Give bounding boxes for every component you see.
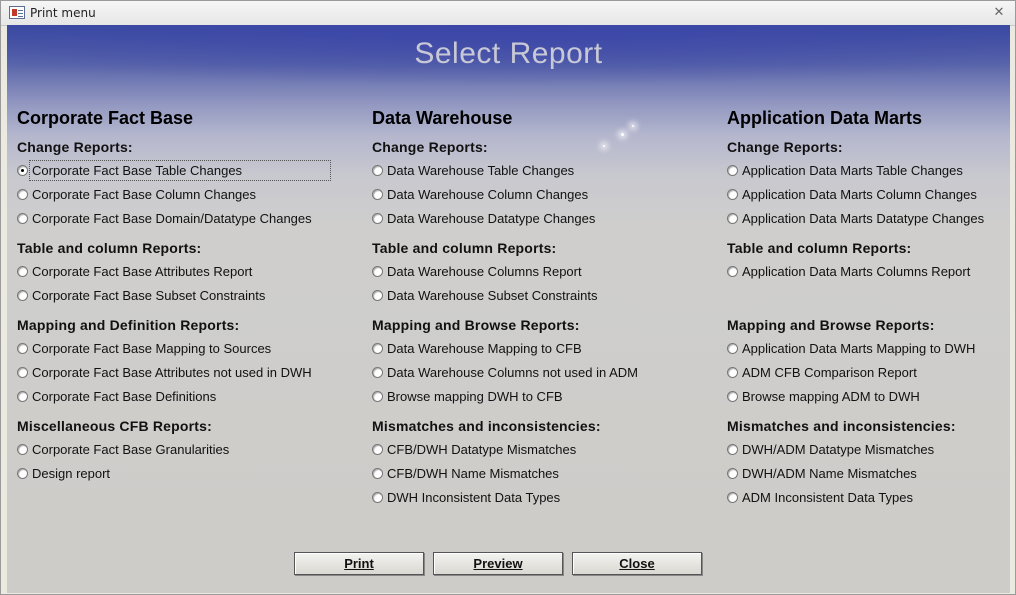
print-menu-window: Print menu ✕ Select Report Corporate Fac… bbox=[0, 0, 1016, 595]
close-icon[interactable]: ✕ bbox=[991, 5, 1007, 21]
radio-button[interactable] bbox=[727, 492, 738, 503]
section-label: Table and column Reports: bbox=[372, 240, 557, 256]
column-title: Corporate Fact Base bbox=[17, 108, 194, 128]
radio-button[interactable] bbox=[372, 492, 383, 503]
radio-button[interactable] bbox=[372, 213, 383, 224]
radio-button[interactable] bbox=[17, 189, 28, 200]
radio-button[interactable] bbox=[17, 290, 28, 301]
section-label: Table and column Reports: bbox=[727, 240, 912, 256]
radio-button[interactable] bbox=[17, 367, 28, 378]
section-label: Mapping and Browse Reports: bbox=[727, 317, 935, 333]
radio-button[interactable] bbox=[727, 391, 738, 402]
radio-button[interactable] bbox=[727, 444, 738, 455]
section-label: Change Reports: bbox=[372, 139, 488, 155]
column-title: Application Data Marts bbox=[727, 108, 923, 128]
radio-button[interactable] bbox=[17, 213, 28, 224]
sparkle-decoration bbox=[603, 145, 605, 147]
radio-button[interactable] bbox=[727, 213, 738, 224]
title-bar: Print menu ✕ bbox=[1, 1, 1015, 26]
radio-button[interactable] bbox=[17, 468, 28, 479]
window-title: Print menu bbox=[30, 6, 96, 20]
section-label: Mismatches and inconsistencies: bbox=[727, 418, 956, 434]
section-label: Table and column Reports: bbox=[17, 240, 202, 256]
radio-button[interactable] bbox=[727, 468, 738, 479]
section-label: Miscellaneous CFB Reports: bbox=[17, 418, 213, 434]
sparkle-decoration bbox=[621, 133, 624, 136]
radio-button[interactable] bbox=[17, 343, 28, 354]
access-form-icon bbox=[9, 6, 25, 19]
close-button[interactable]: Close bbox=[572, 552, 702, 575]
section-label: Mapping and Browse Reports: bbox=[372, 317, 580, 333]
radio-button[interactable] bbox=[372, 444, 383, 455]
section-label: Mismatches and inconsistencies: bbox=[372, 418, 601, 434]
print-button[interactable]: Print bbox=[294, 552, 424, 575]
section-label: Change Reports: bbox=[727, 139, 843, 155]
radio-button[interactable] bbox=[372, 165, 383, 176]
radio-button[interactable] bbox=[17, 165, 28, 176]
sparkle-decoration bbox=[632, 125, 634, 127]
section-label: Change Reports: bbox=[17, 139, 133, 155]
radio-button[interactable] bbox=[17, 391, 28, 402]
radio-button[interactable] bbox=[372, 343, 383, 354]
page-title: Select Report bbox=[414, 37, 603, 70]
radio-button[interactable] bbox=[727, 266, 738, 277]
preview-button[interactable]: Preview bbox=[433, 552, 563, 575]
radio-button[interactable] bbox=[372, 468, 383, 479]
radio-button[interactable] bbox=[727, 165, 738, 176]
radio-button[interactable] bbox=[727, 367, 738, 378]
radio-button[interactable] bbox=[372, 189, 383, 200]
radio-button[interactable] bbox=[372, 391, 383, 402]
radio-button[interactable] bbox=[372, 290, 383, 301]
radio-button[interactable] bbox=[17, 266, 28, 277]
radio-button[interactable] bbox=[17, 444, 28, 455]
radio-button[interactable] bbox=[372, 266, 383, 277]
radio-button[interactable] bbox=[727, 189, 738, 200]
column-title: Data Warehouse bbox=[372, 108, 513, 128]
radio-button[interactable] bbox=[372, 367, 383, 378]
report-form: Select Report Corporate Fact Base Change… bbox=[7, 25, 1010, 593]
section-label: Mapping and Definition Reports: bbox=[17, 317, 240, 333]
radio-button[interactable] bbox=[727, 343, 738, 354]
